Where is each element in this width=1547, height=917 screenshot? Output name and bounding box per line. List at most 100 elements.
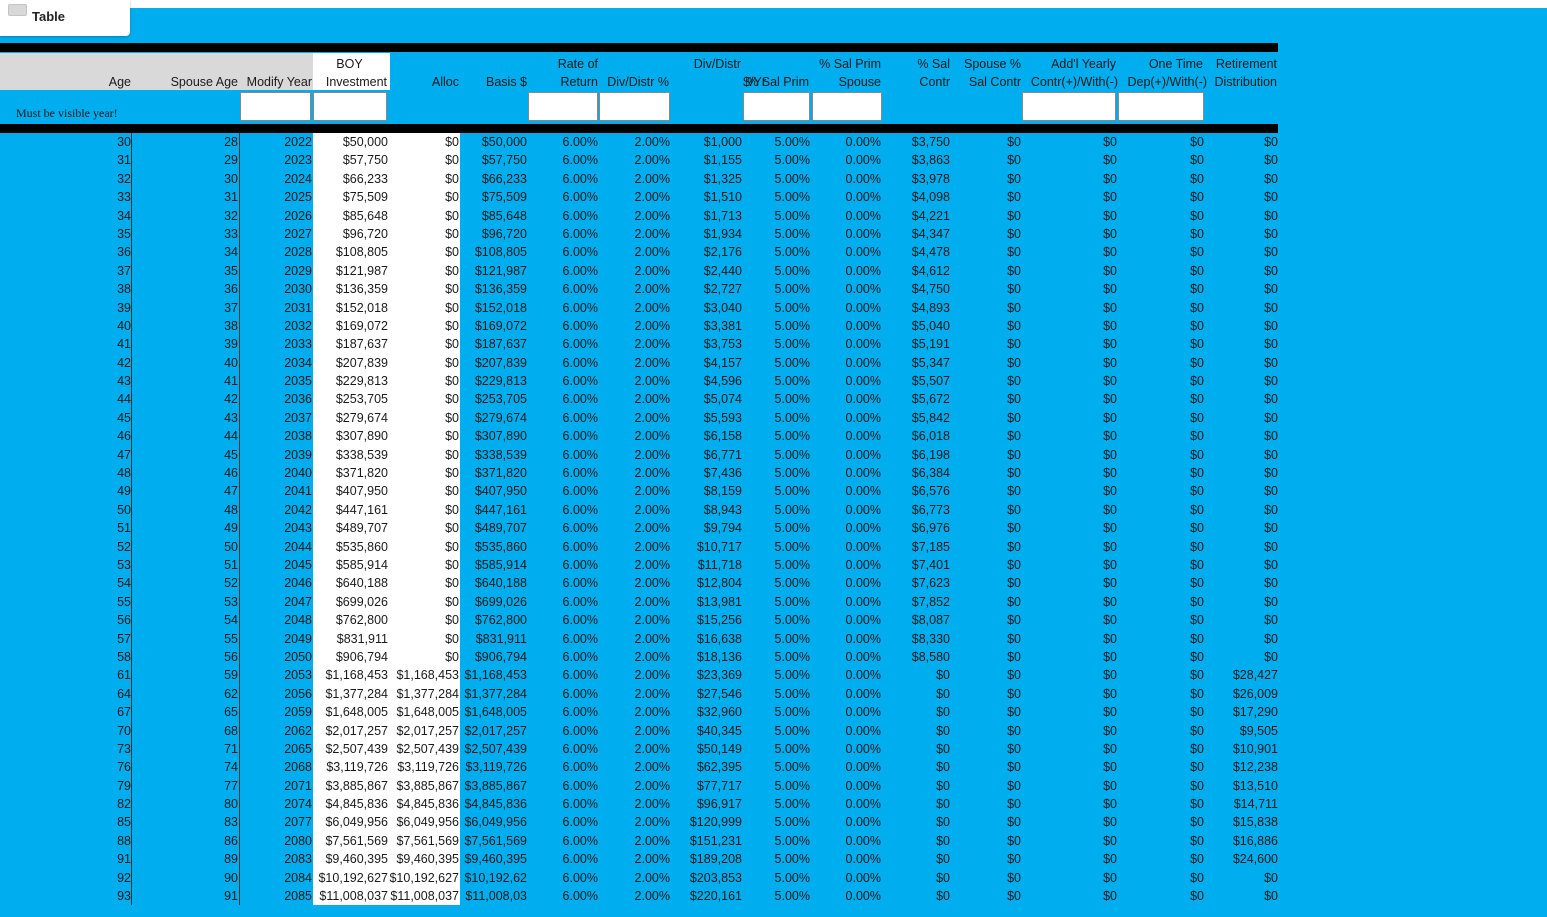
- basis-cell: $640,188: [474, 576, 527, 591]
- sal-prim-spouse-cell: 0.00%: [845, 852, 881, 867]
- one-time-cell: $0: [1190, 318, 1204, 333]
- retirement-distribution-cell: $0: [1264, 466, 1278, 481]
- addl-yearly-cell: $0: [1103, 318, 1117, 333]
- addl-yearly-cell: $0: [1103, 741, 1117, 756]
- sal-prim-cell: 5.00%: [774, 263, 810, 278]
- one-time-cell: $0: [1190, 852, 1204, 867]
- addl-yearly-cell: $0: [1103, 852, 1117, 867]
- spouse-contr-cell: $0: [1007, 374, 1021, 389]
- one-time-cell: $0: [1190, 466, 1204, 481]
- sal-prim-spouse-cell: 0.00%: [845, 833, 881, 848]
- boy-investment-input[interactable]: [313, 92, 387, 121]
- sal-prim-cell: 5.00%: [774, 539, 810, 554]
- sal-prim-cell: 5.00%: [774, 815, 810, 830]
- spouse-contr-cell: $0: [1007, 208, 1021, 223]
- boy-investment-cell: $407,950: [335, 484, 388, 499]
- rate-of-return-input[interactable]: [528, 92, 598, 121]
- alloc-cell: $2,017,257: [396, 723, 459, 738]
- addl-yearly-cell: $0: [1103, 190, 1117, 205]
- spouse-age-cell: 49: [224, 521, 238, 536]
- spouse-contr-cell: $0: [1007, 797, 1021, 812]
- spouse-contr-cell: $0: [1007, 282, 1021, 297]
- retirement-distribution-cell: $0: [1264, 208, 1278, 223]
- spouse-contr-cell: $0: [1007, 668, 1021, 683]
- one-time-cell: $0: [1190, 649, 1204, 664]
- sal-prim-cell: 5.00%: [774, 135, 810, 149]
- spouse-age-cell: 32: [224, 208, 238, 223]
- sal-contr-cell: $4,347: [911, 226, 950, 241]
- retirement-distribution-cell: $0: [1264, 889, 1278, 904]
- rate-of-return-cell: 6.00%: [562, 374, 598, 389]
- div-distr-yr-cell: $6,158: [703, 429, 742, 444]
- retirement-distribution-cell: $0: [1264, 355, 1278, 370]
- addl-yearly-cell: $0: [1103, 226, 1117, 241]
- sal-prim-spouse-cell: 0.00%: [845, 466, 881, 481]
- one-time-input[interactable]: [1118, 92, 1204, 121]
- sal-prim-spouse-cell: 0.00%: [845, 778, 881, 793]
- basis-cell: $906,794: [474, 649, 527, 664]
- modify-year-input[interactable]: [240, 92, 311, 121]
- boy-investment-cell: $169,072: [335, 318, 388, 333]
- one-time-cell: $0: [1190, 668, 1204, 683]
- spouse-contr-cell: $0: [1007, 245, 1021, 260]
- div-distr-pct-cell: 2.00%: [634, 723, 670, 738]
- addl-yearly-input[interactable]: [1022, 92, 1116, 121]
- sal-prim-spouse-cell: 0.00%: [845, 318, 881, 333]
- retirement-distribution-cell: $12,238: [1232, 760, 1278, 775]
- div-distr-pct-input[interactable]: [599, 92, 670, 121]
- addl-yearly-cell: $0: [1103, 300, 1117, 315]
- tab-table[interactable]: Table: [0, 0, 130, 36]
- alloc-cell: $0: [445, 557, 459, 572]
- sal-prim-spouse-cell: 0.00%: [845, 226, 881, 241]
- spouse-age-cell: 59: [224, 668, 238, 683]
- alloc-cell: $0: [445, 576, 459, 591]
- spouse-age-cell: 45: [224, 447, 238, 462]
- sal-contr-cell: $6,576: [911, 484, 950, 499]
- sal-prim-spouse-cell: 0.00%: [845, 668, 881, 683]
- age-cell: 88: [117, 833, 131, 848]
- modify-year-cell: 2036: [284, 392, 312, 407]
- alloc-cell: $0: [445, 282, 459, 297]
- sal-prim-spouse-cell: 0.00%: [845, 263, 881, 278]
- sal-contr-cell: $0: [936, 741, 950, 756]
- spouse-age-cell: 71: [224, 741, 238, 756]
- div-distr-yr-cell: $151,231: [689, 833, 742, 848]
- sal-contr-cell: $6,976: [911, 521, 950, 536]
- addl-yearly-cell: $0: [1103, 502, 1117, 517]
- sal-prim-spouse-input[interactable]: [812, 92, 882, 121]
- sal-contr-cell: $4,221: [911, 208, 950, 223]
- spouse-contr-cell: $0: [1007, 723, 1021, 738]
- sal-prim-spouse-cell: 0.00%: [845, 889, 881, 904]
- retirement-distribution-cell: $15,838: [1232, 815, 1278, 830]
- sal-prim-spouse-cell: 0.00%: [845, 686, 881, 701]
- div-distr-yr-cell: $27,546: [696, 686, 742, 701]
- div-distr-yr-cell: $8,159: [703, 484, 742, 499]
- sal-prim-cell: 5.00%: [774, 870, 810, 885]
- div-distr-pct-cell: 2.00%: [634, 484, 670, 499]
- alloc-cell: $0: [445, 392, 459, 407]
- div-distr-pct-cell: 2.00%: [634, 466, 670, 481]
- alloc-cell: $0: [445, 226, 459, 241]
- one-time-cell: $0: [1190, 484, 1204, 499]
- div-distr-yr-cell: $32,960: [696, 705, 742, 720]
- age-cell: 73: [117, 741, 131, 756]
- alloc-cell: $0: [445, 374, 459, 389]
- div-distr-pct-cell: 2.00%: [634, 135, 670, 149]
- sal-prim-input[interactable]: [743, 92, 810, 121]
- modify-year-cell: 2032: [284, 318, 312, 333]
- spouse-contr-cell: $0: [1007, 410, 1021, 425]
- rate-of-return-cell: 6.00%: [562, 466, 598, 481]
- retirement-distribution-cell: $0: [1264, 226, 1278, 241]
- sal-prim-cell: 5.00%: [774, 649, 810, 664]
- one-time-cell: $0: [1190, 705, 1204, 720]
- one-time-cell: $0: [1190, 429, 1204, 444]
- div-distr-yr-cell: $12,804: [696, 576, 742, 591]
- retirement-distribution-cell: $17,290: [1232, 705, 1278, 720]
- spouse-age-column-divider: [239, 133, 240, 905]
- modify-year-cell: 2043: [284, 521, 312, 536]
- alloc-cell: $0: [445, 153, 459, 168]
- div-distr-yr-cell: $220,161: [689, 889, 742, 904]
- basis-cell: $50,000: [481, 135, 527, 149]
- header-spouse-contr-1: Spouse %: [964, 57, 1021, 71]
- boy-investment-cell: $279,674: [335, 410, 388, 425]
